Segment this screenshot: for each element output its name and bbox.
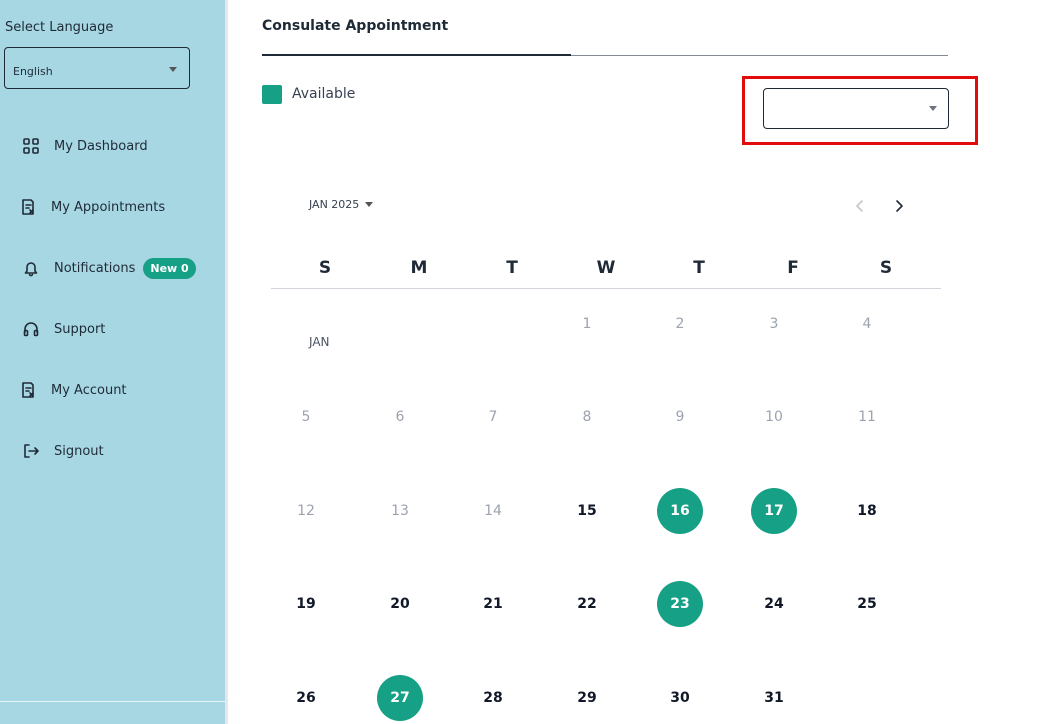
sidebar: Select Language English My Dashboard My … <box>0 0 228 724</box>
calendar-day[interactable]: 29 <box>564 675 610 721</box>
language-label: Select Language <box>5 20 114 35</box>
calendar-day[interactable]: 26 <box>283 675 329 721</box>
chevron-down-icon <box>365 202 374 207</box>
calendar-day[interactable]: 30 <box>657 675 703 721</box>
available-day[interactable]: 27 <box>377 675 423 721</box>
calendar-day[interactable]: 24 <box>751 581 797 627</box>
sidebar-item-signout[interactable]: Signout <box>20 436 104 466</box>
consulate-select[interactable] <box>763 88 949 129</box>
month-tag: JAN <box>309 335 330 349</box>
calendar-day: 4 <box>862 316 872 332</box>
tab-consulate-appointment[interactable]: Consulate Appointment <box>262 18 448 34</box>
chevron-down-icon <box>929 106 937 111</box>
language-select[interactable]: English <box>4 47 190 89</box>
sidebar-item-label: My Account <box>51 382 127 398</box>
active-tab-indicator <box>262 54 571 56</box>
notifications-badge: New 0 <box>143 257 196 279</box>
sidebar-item-label: My Dashboard <box>54 138 148 154</box>
next-month-button[interactable] <box>891 197 907 215</box>
sidebar-divider <box>0 701 225 702</box>
calendar-day: 5 <box>301 409 311 425</box>
available-day[interactable]: 23 <box>657 581 703 627</box>
calendar-day: 6 <box>395 409 405 425</box>
month-picker-label: JAN 2025 <box>309 198 360 211</box>
calendar-day[interactable]: 15 <box>564 488 610 534</box>
chevron-down-icon <box>169 67 177 72</box>
calendar-day: 1 <box>582 316 592 332</box>
weekday-header: M <box>410 258 428 278</box>
prev-month-button[interactable] <box>852 197 868 215</box>
available-day[interactable]: 16 <box>657 488 703 534</box>
account-icon <box>17 379 39 401</box>
chevron-right-icon <box>896 200 903 212</box>
weekday-header: T <box>506 258 518 278</box>
weekday-header: F <box>787 258 799 278</box>
sidebar-item-appointments[interactable]: My Appointments <box>17 192 165 222</box>
headset-icon <box>20 318 42 340</box>
calendar-day: 11 <box>858 409 876 425</box>
sidebar-item-notifications[interactable]: Notifications New 0 <box>20 253 196 283</box>
calendar-day: 3 <box>769 316 779 332</box>
calendar-day[interactable]: 25 <box>844 581 890 627</box>
sidebar-item-dashboard[interactable]: My Dashboard <box>20 131 148 161</box>
calendar-day[interactable]: 31 <box>751 675 797 721</box>
calendar-day: 12 <box>297 503 315 519</box>
calendar-header-divider <box>271 288 941 289</box>
calendar-day: 10 <box>765 409 783 425</box>
sidebar-item-account[interactable]: My Account <box>17 375 127 405</box>
month-picker[interactable]: JAN 2025 <box>309 198 374 211</box>
sidebar-item-support[interactable]: Support <box>20 314 105 344</box>
calendar-day[interactable]: 21 <box>470 581 516 627</box>
calendar-day[interactable]: 22 <box>564 581 610 627</box>
dashboard-icon <box>20 135 42 157</box>
calendar-day[interactable]: 19 <box>283 581 329 627</box>
language-select-value: English <box>13 65 53 78</box>
weekday-header: W <box>596 258 616 278</box>
sidebar-item-label: Notifications <box>54 260 136 276</box>
weekday-header: S <box>318 258 332 278</box>
signout-icon <box>20 440 42 462</box>
calendar-day[interactable]: 28 <box>470 675 516 721</box>
calendar-day[interactable]: 18 <box>844 488 890 534</box>
calendar-day: 8 <box>582 409 592 425</box>
weekday-header: T <box>693 258 705 278</box>
calendar-day[interactable]: 20 <box>377 581 423 627</box>
sidebar-item-label: Signout <box>54 443 104 459</box>
available-legend-label: Available <box>292 86 356 102</box>
calendar-day: 9 <box>675 409 685 425</box>
available-day[interactable]: 17 <box>751 488 797 534</box>
chevron-left-icon <box>856 200 863 212</box>
bell-icon <box>20 257 42 279</box>
appointments-icon <box>17 196 39 218</box>
sidebar-item-label: Support <box>54 321 106 337</box>
weekday-header: S <box>879 258 893 278</box>
available-legend-swatch <box>262 85 282 104</box>
calendar-day: 7 <box>488 409 498 425</box>
calendar-day: 2 <box>675 316 685 332</box>
calendar-day: 14 <box>484 503 502 519</box>
sidebar-item-label: My Appointments <box>51 199 166 215</box>
calendar-day: 13 <box>391 503 409 519</box>
